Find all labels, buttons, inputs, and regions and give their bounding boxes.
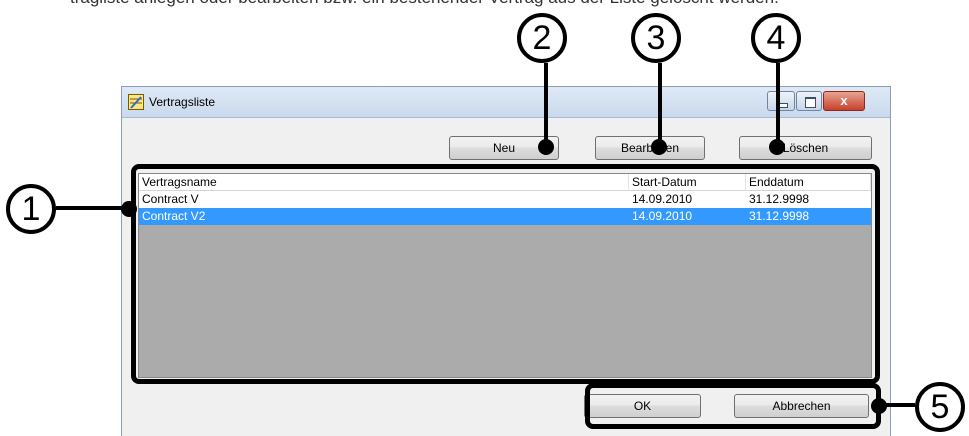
callout-leader-4 (776, 63, 780, 145)
callout-frame-list (131, 164, 880, 384)
close-button[interactable]: x (823, 91, 865, 111)
title-bar: Vertragsliste x (122, 87, 890, 118)
window-title: Vertragsliste (149, 95, 216, 109)
page-caption: tragliste anlegen oder bearbeiten bzw. e… (70, 0, 779, 8)
callout-number-5: 5 (915, 382, 965, 432)
callout-dot-3 (651, 139, 667, 155)
callout-number-4: 4 (751, 13, 801, 63)
close-icon: x (840, 93, 848, 108)
delete-button[interactable]: Löschen (739, 136, 872, 160)
callout-frame-buttons (585, 383, 881, 429)
callout-dot-1 (121, 201, 137, 217)
app-icon (128, 94, 144, 110)
callout-dot-4 (769, 139, 785, 155)
edit-button[interactable]: Bearbeiten (595, 136, 705, 160)
callout-leader-2 (544, 63, 548, 145)
callout-number-3: 3 (631, 13, 681, 63)
callout-leader-1 (56, 206, 131, 210)
callout-dot-5 (871, 398, 887, 414)
minimize-button[interactable] (767, 91, 795, 111)
callout-dot-2 (538, 139, 554, 155)
callout-leader-3 (658, 63, 662, 145)
callout-number-2: 2 (517, 13, 567, 63)
callout-number-1: 1 (6, 184, 56, 234)
maximize-button[interactable] (796, 91, 822, 111)
